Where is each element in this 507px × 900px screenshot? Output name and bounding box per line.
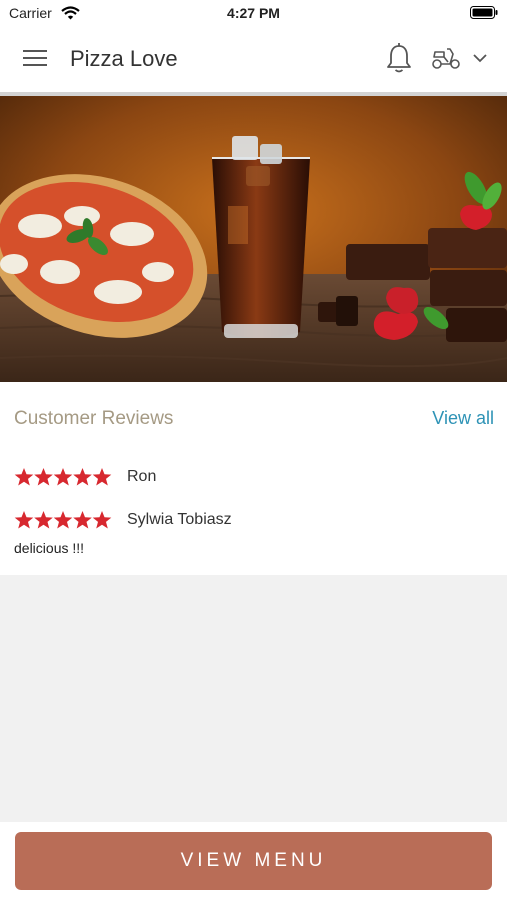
customer-reviews-section: Customer Reviews View all Ron Sylwia Tob… [0,382,507,575]
reviewer-name: Ron [127,468,157,485]
status-bar: Carrier 4:27 PM [0,0,507,26]
view-menu-button[interactable]: VIEW MENU [15,832,492,890]
bottom-bar: VIEW MENU [0,822,507,900]
bell-icon[interactable] [385,42,413,74]
star-rating-icon [14,468,112,486]
app-title: Pizza Love [70,46,178,71]
view-all-link[interactable]: View all [432,408,494,429]
chevron-down-icon[interactable] [472,52,488,64]
battery-icon [470,6,498,19]
top-nav-bar: Pizza Love [0,26,507,96]
review-item: Sylwia Tobiasz [14,510,494,532]
scooter-icon[interactable] [431,46,461,70]
star-rating-icon [14,511,112,529]
reviews-heading: Customer Reviews [14,408,174,429]
hero-food-image [0,96,507,382]
menu-icon[interactable] [22,48,48,68]
review-item: Ron [14,467,494,489]
reviewer-name: Sylwia Tobiasz [127,511,232,528]
review-comment: delicious !!! [14,540,85,556]
status-time: 4:27 PM [227,5,280,21]
hero-banner [0,96,507,382]
